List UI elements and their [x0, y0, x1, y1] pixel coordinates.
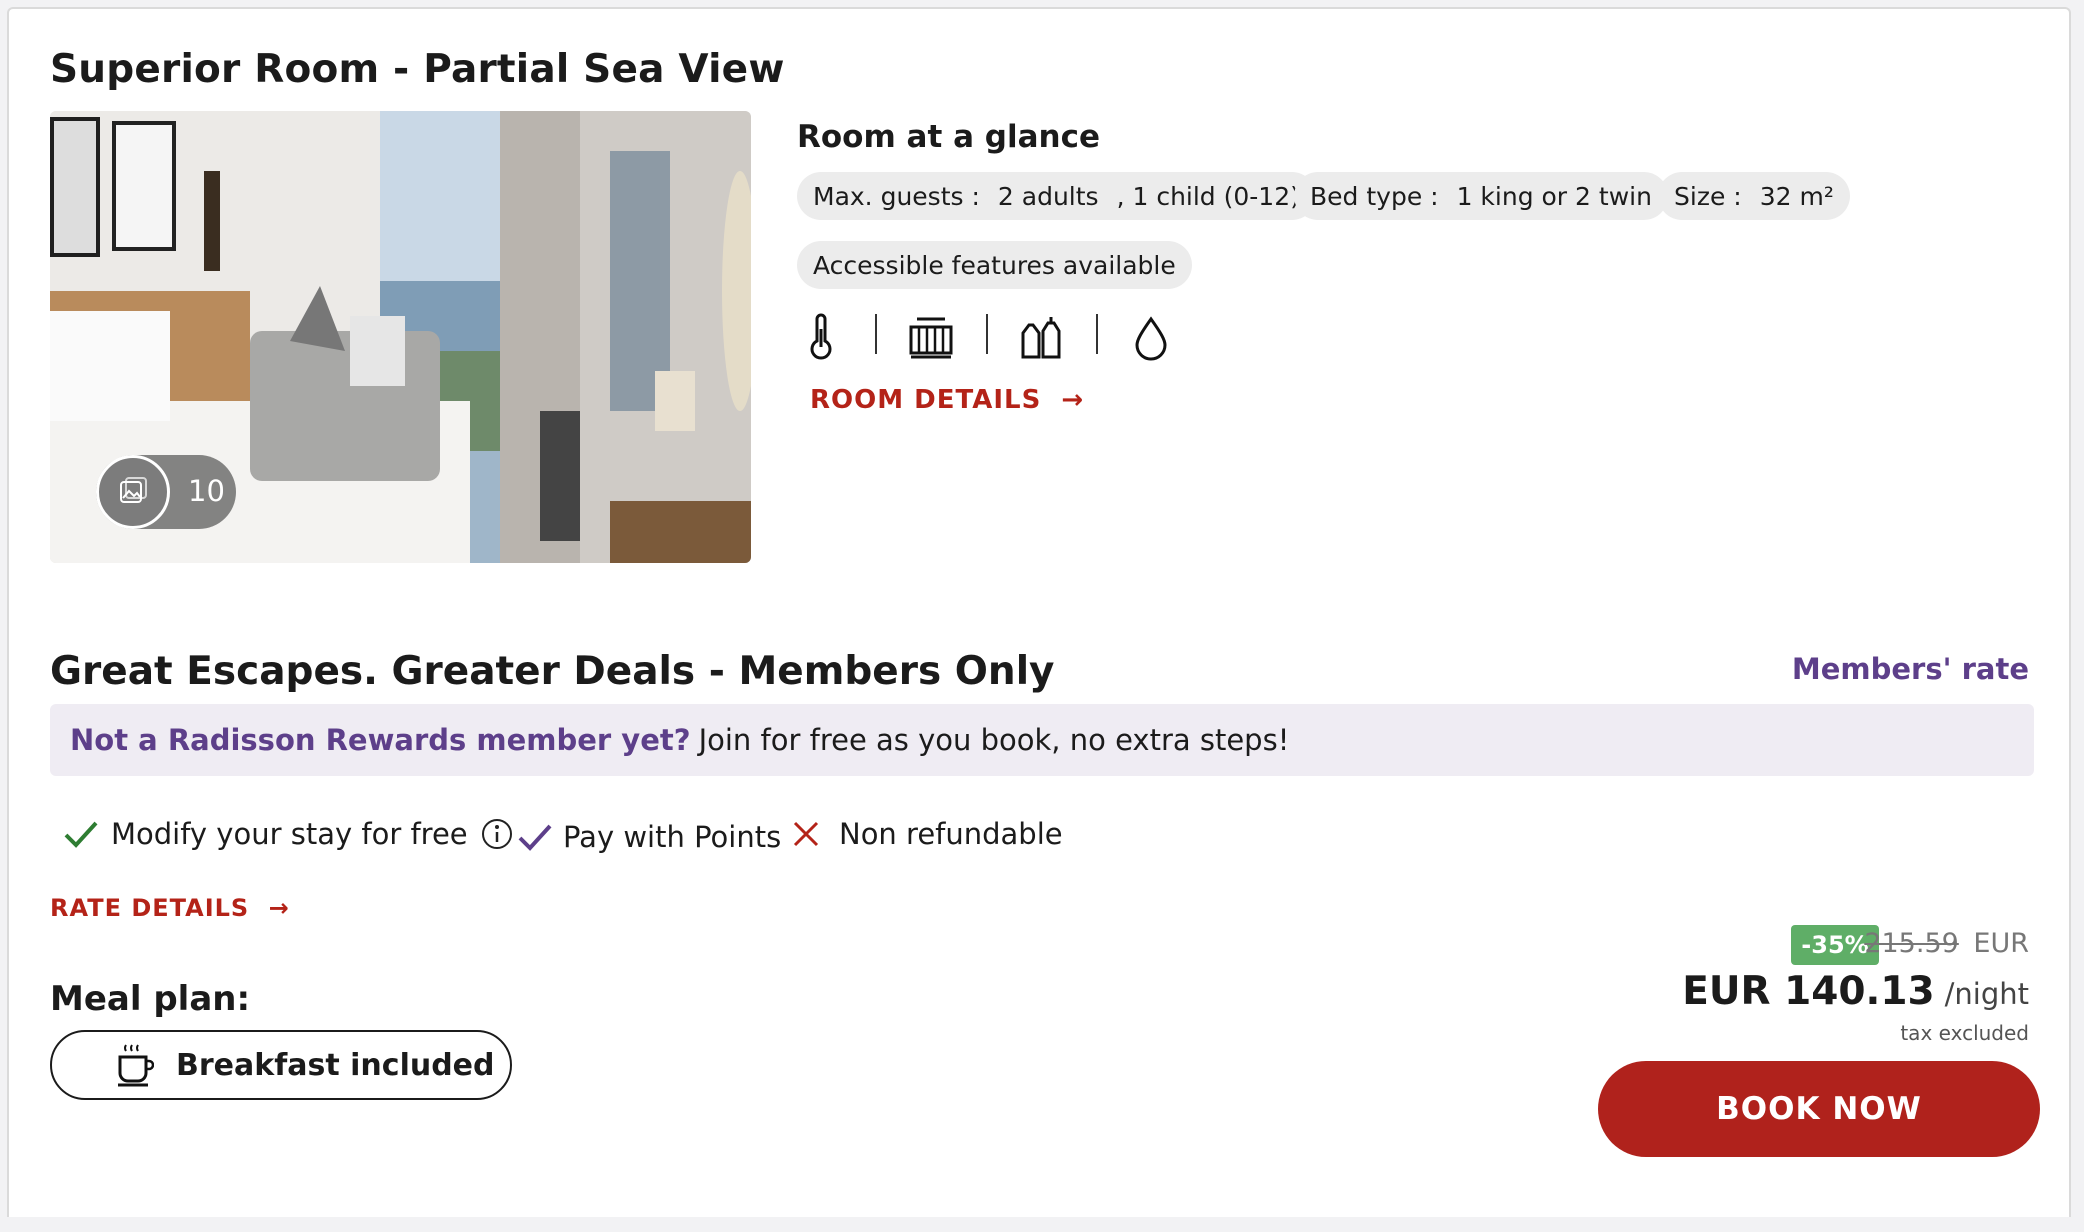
original-price: 215.59 EUR [1864, 928, 2029, 959]
accessible-label: Accessible features available [813, 250, 1176, 280]
thermometer-icon [793, 309, 849, 365]
info-icon[interactable] [480, 817, 514, 851]
amenity-divider [1096, 314, 1098, 354]
toiletries-icon [1013, 309, 1069, 365]
amenity-divider [875, 314, 877, 354]
max-guests-chip: Max. guests : 2 adults , 1 child (0-12) [797, 172, 1316, 220]
tax-note: tax excluded [1900, 1021, 2029, 1045]
max-guests-label: Max. guests : [813, 181, 980, 211]
gallery-button[interactable]: 10 [96, 455, 236, 529]
feature-non-refundable: Non refundable [791, 809, 1063, 859]
max-guests-adults: 2 adults [997, 181, 1099, 211]
check-icon [64, 821, 98, 848]
price-unit: /night [1944, 977, 2029, 1011]
feature-pay-with-points: Pay with Points [517, 812, 781, 862]
room-details-link[interactable]: ROOM DETAILS → [810, 385, 1084, 415]
amenity-divider [986, 314, 988, 354]
close-icon [793, 821, 819, 847]
accessible-chip: Accessible features available [797, 241, 1192, 289]
room-photo[interactable]: 10 [50, 111, 751, 563]
feature-refund-label: Non refundable [839, 817, 1063, 851]
gallery-icon [96, 455, 170, 529]
rewards-banner-text: Join for free as you book, no extra step… [698, 723, 1290, 757]
room-details-label: ROOM DETAILS [810, 385, 1042, 415]
rewards-banner: Not a Radisson Rewards member yet? Join … [50, 704, 2034, 776]
arrow-right-icon: → [268, 894, 290, 922]
room-card: Superior Room - Partial Sea View 10 Room… [7, 7, 2071, 1217]
check-icon [518, 824, 552, 851]
meal-plan-value: Breakfast included [176, 1047, 495, 1083]
bed-type-value: 1 king or 2 twin [1456, 181, 1652, 211]
rate-details-label: RATE DETAILS [50, 894, 250, 922]
rewards-banner-link[interactable]: Not a Radisson Rewards member yet? [70, 723, 691, 757]
size-label: Size : [1674, 181, 1742, 211]
max-guests-child: , 1 child (0-12) [1116, 181, 1300, 211]
book-now-button[interactable]: BOOK NOW [1598, 1061, 2040, 1157]
gallery-count: 10 [188, 474, 225, 508]
original-price-currency: EUR [1973, 928, 2029, 959]
current-price-amount: EUR 140.13 [1682, 969, 1935, 1014]
bed-type-chip: Bed type : 1 king or 2 twin [1294, 172, 1668, 220]
current-price: EUR 140.13 /night [1682, 969, 2029, 1014]
bed-type-label: Bed type : [1310, 181, 1439, 211]
feature-points-label: Pay with Points [563, 820, 782, 854]
feature-modify-stay: Modify your stay for free [63, 809, 514, 859]
meal-plan-label: Meal plan: [50, 979, 251, 1019]
arrow-right-icon: → [1061, 385, 1085, 415]
radiator-icon [903, 309, 959, 365]
feature-modify-label: Modify your stay for free [111, 817, 468, 851]
rate-title: Great Escapes. Greater Deals - Members O… [50, 649, 1055, 694]
water-drop-icon [1123, 309, 1179, 365]
members-rate-badge: Members' rate [1791, 652, 2029, 686]
room-title: Superior Room - Partial Sea View [50, 47, 785, 92]
size-value: 32 m² [1759, 181, 1834, 211]
rate-details-link[interactable]: RATE DETAILS → [50, 894, 290, 922]
original-price-value: 215.59 [1864, 928, 1959, 959]
room-glance-title: Room at a glance [797, 119, 1101, 155]
size-chip: Size : 32 m² [1658, 172, 1850, 220]
coffee-cup-icon [118, 1044, 154, 1087]
meal-plan-option[interactable]: Breakfast included [50, 1030, 512, 1100]
